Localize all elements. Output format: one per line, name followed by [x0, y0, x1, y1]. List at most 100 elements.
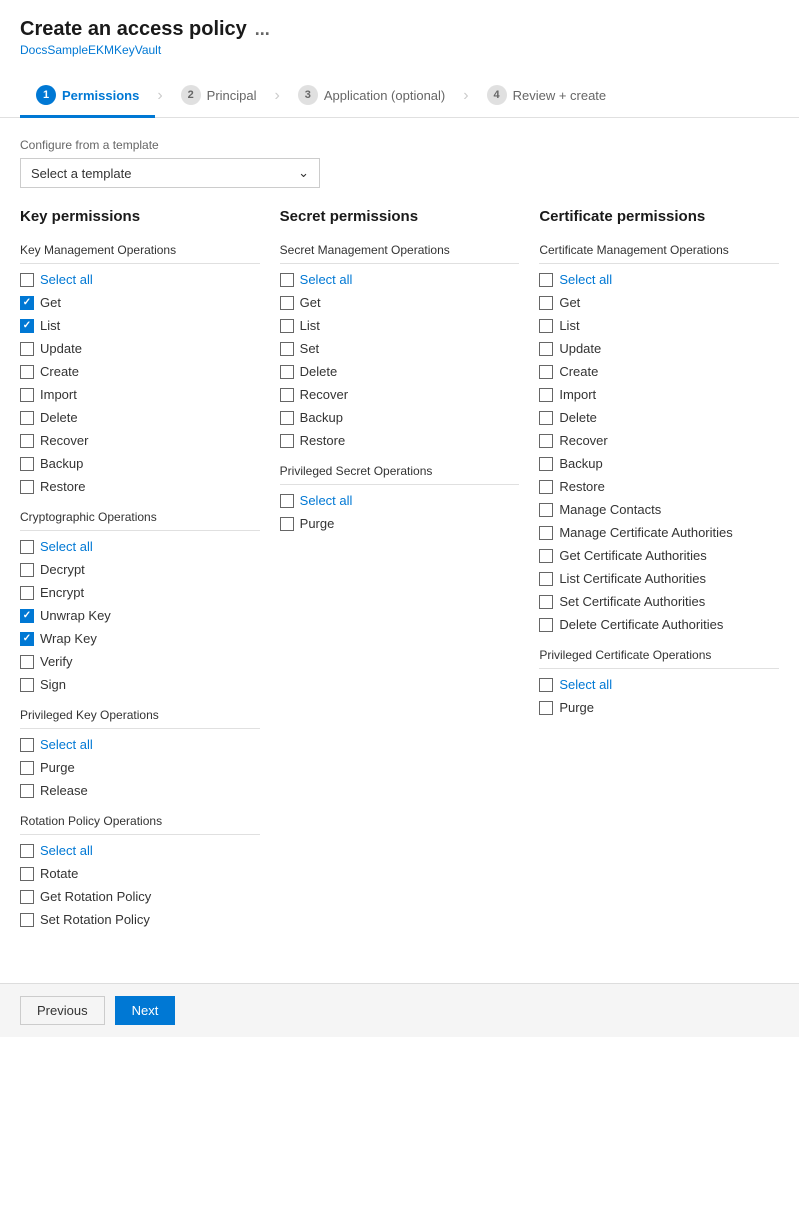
cm-getca-checkbox[interactable]: [539, 549, 553, 563]
km-import-checkbox[interactable]: [20, 388, 34, 402]
sm-restore-checkbox[interactable]: [280, 434, 294, 448]
cm-create-checkbox[interactable]: [539, 365, 553, 379]
sm-get-checkbox[interactable]: [280, 296, 294, 310]
cm-restore-label[interactable]: Restore: [559, 479, 605, 494]
template-dropdown[interactable]: Select a template ⌄: [20, 158, 320, 188]
pk-selectall-checkbox[interactable]: [20, 738, 34, 752]
cr-decrypt-label[interactable]: Decrypt: [40, 562, 85, 577]
cm-deleteca-label[interactable]: Delete Certificate Authorities: [559, 617, 723, 632]
cr-decrypt-checkbox[interactable]: [20, 563, 34, 577]
cm-create-label[interactable]: Create: [559, 364, 598, 379]
cm-selectall-label[interactable]: Select all: [559, 272, 612, 287]
cm-delete-checkbox[interactable]: [539, 411, 553, 425]
sm-selectall-label[interactable]: Select all: [300, 272, 353, 287]
rp-selectall-checkbox[interactable]: [20, 844, 34, 858]
cm-backup-label[interactable]: Backup: [559, 456, 602, 471]
cm-delete-label[interactable]: Delete: [559, 410, 597, 425]
cm-recover-checkbox[interactable]: [539, 434, 553, 448]
km-update-label[interactable]: Update: [40, 341, 82, 356]
cm-manageca-label[interactable]: Manage Certificate Authorities: [559, 525, 732, 540]
cm-getca-label[interactable]: Get Certificate Authorities: [559, 548, 706, 563]
km-selectall-checkbox[interactable]: [20, 273, 34, 287]
cr-selectall-checkbox[interactable]: [20, 540, 34, 554]
km-create-label[interactable]: Create: [40, 364, 79, 379]
km-selectall-label[interactable]: Select all: [40, 272, 93, 287]
sm-list-checkbox[interactable]: [280, 319, 294, 333]
cm-managecontacts-label[interactable]: Manage Contacts: [559, 502, 661, 517]
cr-unwrapkey-label[interactable]: Unwrap Key: [40, 608, 111, 623]
cm-get-checkbox[interactable]: [539, 296, 553, 310]
km-recover-checkbox[interactable]: [20, 434, 34, 448]
km-list-label[interactable]: List: [40, 318, 60, 333]
km-restore-checkbox[interactable]: [20, 480, 34, 494]
tab-review[interactable]: 4 Review + create: [471, 75, 623, 118]
next-button[interactable]: Next: [115, 996, 176, 1025]
rp-selectall-label[interactable]: Select all: [40, 843, 93, 858]
pk-purge-checkbox[interactable]: [20, 761, 34, 775]
cm-update-label[interactable]: Update: [559, 341, 601, 356]
cm-import-label[interactable]: Import: [559, 387, 596, 402]
ps-selectall-checkbox[interactable]: [280, 494, 294, 508]
cm-list-checkbox[interactable]: [539, 319, 553, 333]
cm-get-label[interactable]: Get: [559, 295, 580, 310]
cr-wrapkey-checkbox[interactable]: [20, 632, 34, 646]
cm-selectall-checkbox[interactable]: [539, 273, 553, 287]
cm-listca-label[interactable]: List Certificate Authorities: [559, 571, 706, 586]
cm-import-checkbox[interactable]: [539, 388, 553, 402]
page-title-dots[interactable]: ...: [255, 19, 270, 40]
ps-selectall-label[interactable]: Select all: [300, 493, 353, 508]
cm-recover-label[interactable]: Recover: [559, 433, 607, 448]
cm-list-label[interactable]: List: [559, 318, 579, 333]
pc-purge-label[interactable]: Purge: [559, 700, 594, 715]
rp-rotate-checkbox[interactable]: [20, 867, 34, 881]
cr-unwrapkey-checkbox[interactable]: [20, 609, 34, 623]
cr-verify-label[interactable]: Verify: [40, 654, 73, 669]
rp-getrotation-label[interactable]: Get Rotation Policy: [40, 889, 151, 904]
sm-delete-label[interactable]: Delete: [300, 364, 338, 379]
km-delete-checkbox[interactable]: [20, 411, 34, 425]
rp-setrotation-checkbox[interactable]: [20, 913, 34, 927]
km-restore-label[interactable]: Restore: [40, 479, 86, 494]
km-list-checkbox[interactable]: [20, 319, 34, 333]
cm-setca-label[interactable]: Set Certificate Authorities: [559, 594, 705, 609]
cm-manageca-checkbox[interactable]: [539, 526, 553, 540]
pk-selectall-label[interactable]: Select all: [40, 737, 93, 752]
pk-release-label[interactable]: Release: [40, 783, 88, 798]
cm-backup-checkbox[interactable]: [539, 457, 553, 471]
pc-purge-checkbox[interactable]: [539, 701, 553, 715]
km-delete-label[interactable]: Delete: [40, 410, 78, 425]
km-backup-label[interactable]: Backup: [40, 456, 83, 471]
cm-restore-checkbox[interactable]: [539, 480, 553, 494]
pk-purge-label[interactable]: Purge: [40, 760, 75, 775]
cm-update-checkbox[interactable]: [539, 342, 553, 356]
rp-getrotation-checkbox[interactable]: [20, 890, 34, 904]
sm-get-label[interactable]: Get: [300, 295, 321, 310]
sm-recover-label[interactable]: Recover: [300, 387, 348, 402]
tab-application[interactable]: 3 Application (optional): [282, 75, 461, 118]
rp-rotate-label[interactable]: Rotate: [40, 866, 78, 881]
sm-set-checkbox[interactable]: [280, 342, 294, 356]
cr-sign-checkbox[interactable]: [20, 678, 34, 692]
ps-purge-label[interactable]: Purge: [300, 516, 335, 531]
sm-recover-checkbox[interactable]: [280, 388, 294, 402]
cm-listca-checkbox[interactable]: [539, 572, 553, 586]
km-get-label[interactable]: Get: [40, 295, 61, 310]
pk-release-checkbox[interactable]: [20, 784, 34, 798]
cr-encrypt-label[interactable]: Encrypt: [40, 585, 84, 600]
pc-selectall-checkbox[interactable]: [539, 678, 553, 692]
sm-restore-label[interactable]: Restore: [300, 433, 346, 448]
sm-delete-checkbox[interactable]: [280, 365, 294, 379]
km-backup-checkbox[interactable]: [20, 457, 34, 471]
km-import-label[interactable]: Import: [40, 387, 77, 402]
page-subtitle[interactable]: DocsSampleEKMKeyVault: [20, 43, 779, 57]
cr-wrapkey-label[interactable]: Wrap Key: [40, 631, 97, 646]
cr-verify-checkbox[interactable]: [20, 655, 34, 669]
previous-button[interactable]: Previous: [20, 996, 105, 1025]
tab-permissions[interactable]: 1 Permissions: [20, 75, 155, 118]
cr-sign-label[interactable]: Sign: [40, 677, 66, 692]
cr-selectall-label[interactable]: Select all: [40, 539, 93, 554]
sm-backup-label[interactable]: Backup: [300, 410, 343, 425]
rp-setrotation-label[interactable]: Set Rotation Policy: [40, 912, 150, 927]
sm-backup-checkbox[interactable]: [280, 411, 294, 425]
sm-set-label[interactable]: Set: [300, 341, 320, 356]
